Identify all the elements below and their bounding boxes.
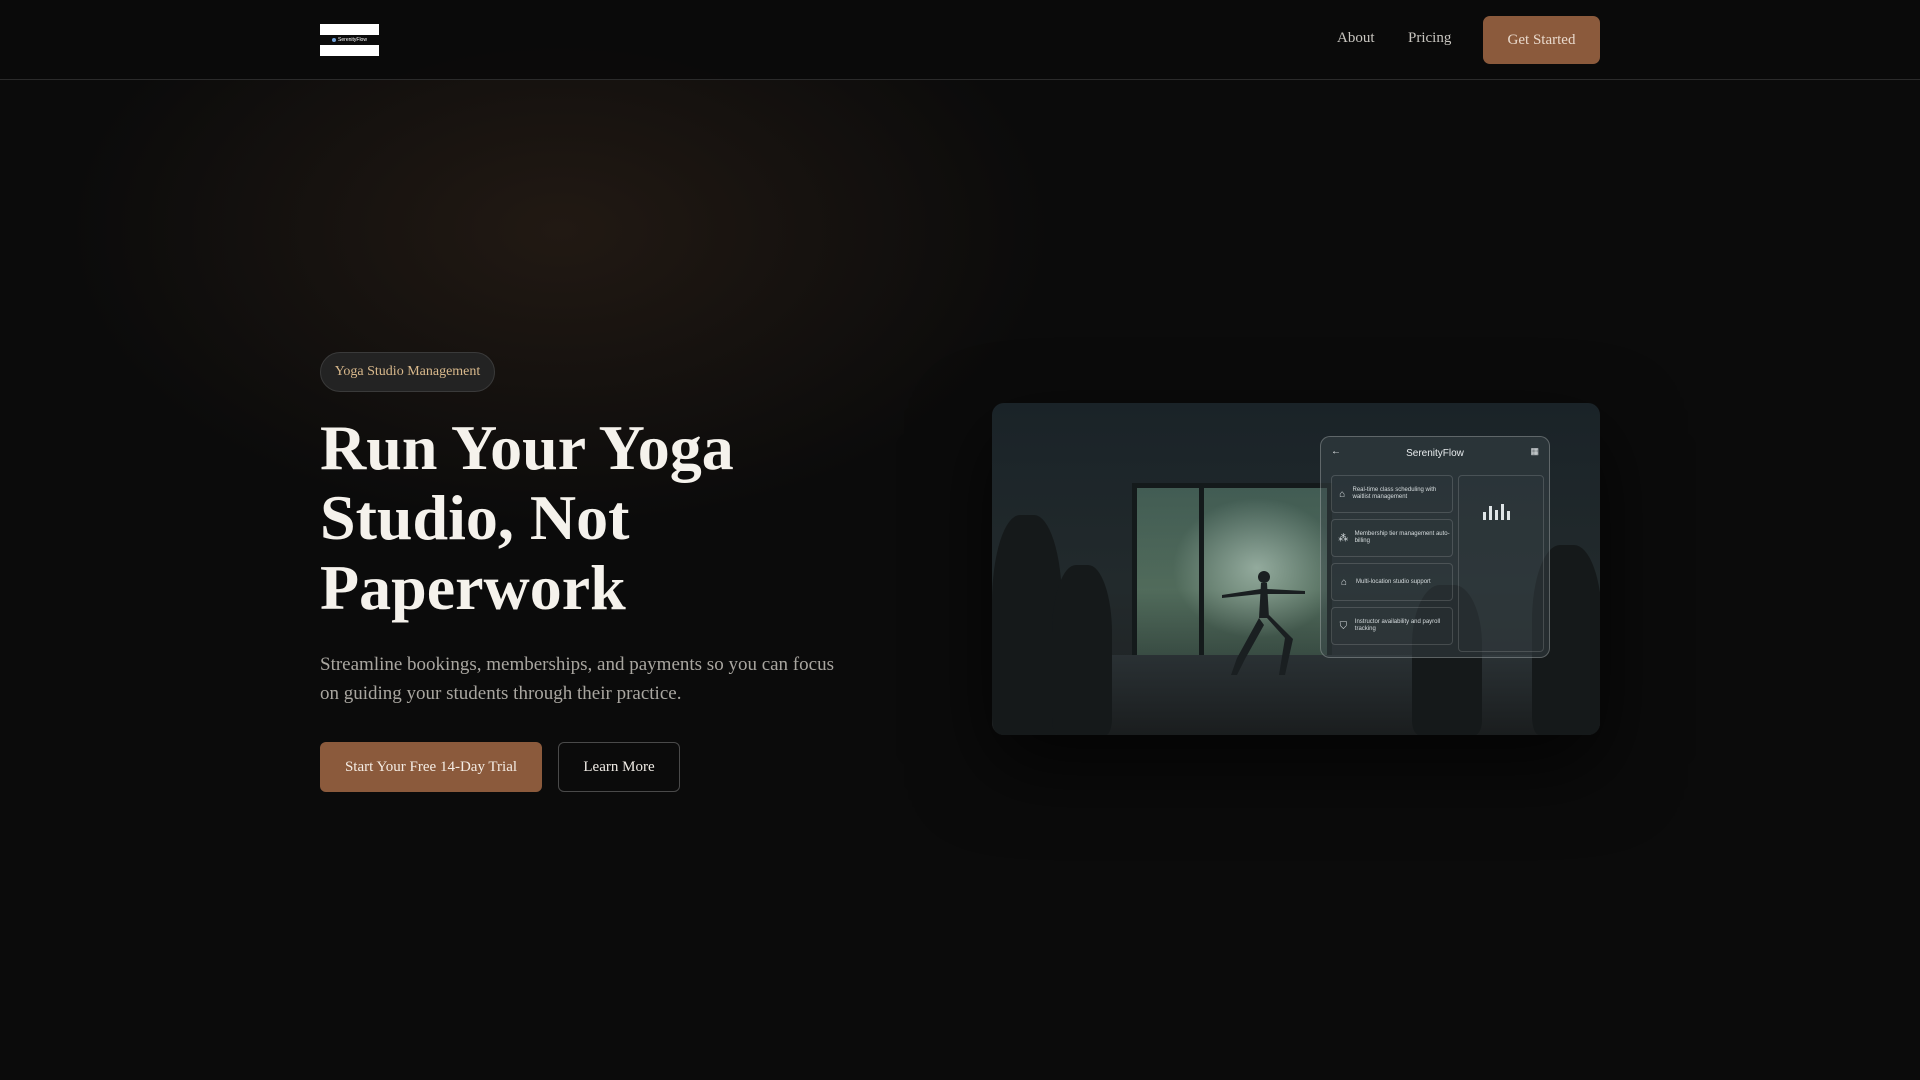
hero-title: Run Your Yoga Studio, Not Paperwork bbox=[320, 413, 880, 623]
feature-item: ⌂ Multi-location studio support bbox=[1331, 563, 1453, 601]
yoga-figure-icon bbox=[1222, 571, 1305, 675]
learn-more-button[interactable]: Learn More bbox=[558, 742, 680, 792]
app-preview-title: SerenityFlow bbox=[1406, 447, 1464, 459]
get-started-button[interactable]: Get Started bbox=[1483, 16, 1600, 64]
nav-link-about[interactable]: About bbox=[1337, 30, 1375, 47]
feature-label: Instructor availability and payroll trac… bbox=[1354, 619, 1441, 632]
shield-icon: ⛉ bbox=[1339, 620, 1348, 632]
hero-subtitle: Streamline bookings, memberships, and pa… bbox=[320, 654, 834, 704]
hero-title-line: Run Your Yoga bbox=[320, 412, 734, 483]
feature-label: Multi-location studio support bbox=[1356, 578, 1431, 585]
calendar-user-icon: ⌂ bbox=[1339, 488, 1346, 500]
feature-item: ⛉ Instructor availability and payroll tr… bbox=[1331, 607, 1453, 645]
logo[interactable]: SerenityFlow bbox=[320, 24, 379, 56]
feature-label: Membership tier management auto-billing bbox=[1354, 531, 1450, 544]
location-icon: ⌂ bbox=[1340, 576, 1348, 588]
hero-title-line: Studio, Not bbox=[320, 482, 630, 553]
logo-mark-icon bbox=[332, 38, 337, 42]
landing-page: SerenityFlow About Pricing Get Started Y… bbox=[0, 0, 1920, 1080]
hero-image: ← SerenityFlow ▦ ⌂ Real-time class sched… bbox=[992, 403, 1600, 735]
bar-chart-icon bbox=[1483, 504, 1510, 520]
membership-icon: ⁂ bbox=[1338, 532, 1349, 544]
feature-item: ⌂ Real-time class scheduling with waitli… bbox=[1331, 475, 1453, 513]
app-preview-panel: ← SerenityFlow ▦ ⌂ Real-time class sched… bbox=[1320, 436, 1550, 658]
logo-text: SerenityFlow bbox=[338, 37, 367, 43]
nav-link-pricing[interactable]: Pricing bbox=[1408, 30, 1451, 47]
hero-title-line: Paperwork bbox=[320, 552, 626, 623]
start-trial-button[interactable]: Start Your Free 14-Day Trial bbox=[320, 742, 542, 792]
feature-label: Real-time class scheduling with waitlist… bbox=[1352, 487, 1437, 500]
top-nav: SerenityFlow About Pricing Get Started bbox=[0, 0, 1920, 80]
feature-item: ⁂ Membership tier management auto-billin… bbox=[1331, 519, 1453, 557]
stats-card bbox=[1458, 475, 1544, 652]
back-arrow-icon: ← bbox=[1331, 446, 1341, 457]
student-silhouette bbox=[1052, 565, 1112, 735]
grid-icon: ▦ bbox=[1530, 446, 1539, 456]
category-badge: Yoga Studio Management bbox=[320, 352, 495, 392]
